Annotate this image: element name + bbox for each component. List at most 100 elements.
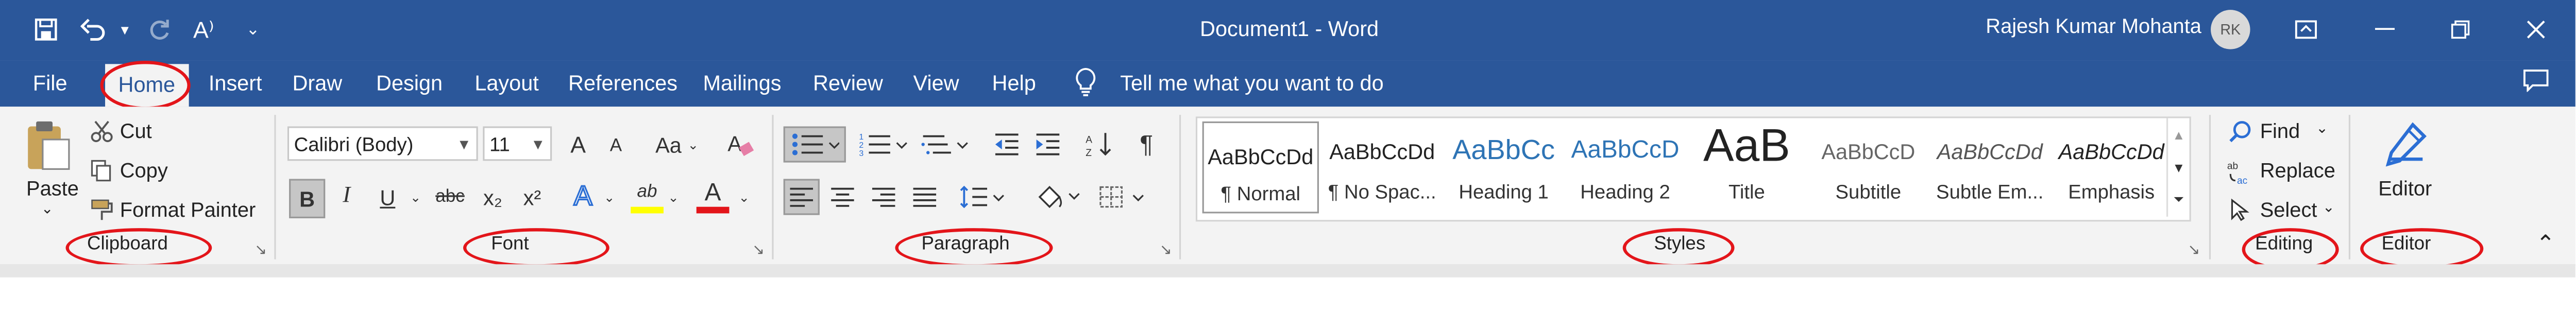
- strikethrough-button[interactable]: abc: [432, 181, 468, 214]
- superscript-button[interactable]: x²: [517, 181, 547, 214]
- format-painter-icon[interactable]: [89, 197, 115, 223]
- sort-icon[interactable]: AZ: [1082, 128, 1115, 161]
- replace-icon[interactable]: ab ac: [2226, 158, 2255, 187]
- change-case-button[interactable]: Aa: [652, 130, 685, 159]
- justify-icon[interactable]: [908, 179, 941, 215]
- style-subtle-emphasis[interactable]: AaBbCcDd Subtle Em...: [1930, 118, 2050, 217]
- read-aloud-icon[interactable]: A⁾: [187, 15, 220, 44]
- tab-mailings[interactable]: Mailings: [703, 71, 781, 95]
- ribbon-display-options-icon[interactable]: [2290, 15, 2323, 44]
- restore-icon[interactable]: [2444, 15, 2477, 44]
- bullets-button[interactable]: [783, 126, 846, 163]
- style-heading-1[interactable]: AaBbCc Heading 1: [1444, 118, 1564, 217]
- tell-me-search[interactable]: Tell me what you want to do: [1120, 71, 1383, 95]
- redo-icon[interactable]: [143, 15, 176, 44]
- copy-button[interactable]: Copy: [120, 159, 168, 182]
- font-name-dropdown-icon[interactable]: ▼: [457, 128, 471, 163]
- font-launcher-icon[interactable]: ↘: [752, 241, 765, 259]
- find-icon[interactable]: [2226, 118, 2255, 145]
- numbering-button[interactable]: 123: [857, 128, 910, 161]
- find-button[interactable]: Find: [2260, 120, 2300, 143]
- text-effects-dropdown-icon[interactable]: ⌄: [601, 184, 618, 210]
- text-effects-button[interactable]: A: [568, 179, 598, 215]
- align-center-icon[interactable]: [826, 179, 859, 215]
- font-size-combo[interactable]: 11 ▼: [483, 126, 552, 161]
- highlight-color-button[interactable]: ab: [631, 177, 664, 214]
- change-case-dropdown-icon[interactable]: ⌄: [685, 131, 701, 158]
- style-title[interactable]: AaB Title: [1687, 118, 1807, 217]
- align-left-icon[interactable]: [783, 179, 820, 215]
- underline-button[interactable]: U: [375, 181, 401, 214]
- tab-draw[interactable]: Draw: [292, 71, 342, 95]
- shrink-font-button[interactable]: A: [603, 131, 629, 161]
- styles-scroll-down-icon[interactable]: ▼: [2166, 151, 2190, 184]
- replace-button[interactable]: Replace: [2260, 159, 2335, 182]
- avatar[interactable]: RK: [2211, 10, 2250, 49]
- tab-insert[interactable]: Insert: [209, 71, 262, 95]
- multilevel-list-button[interactable]: [920, 128, 972, 161]
- styles-scroll-up-icon[interactable]: ▲: [2166, 118, 2190, 151]
- paste-label[interactable]: Paste: [26, 177, 79, 200]
- paste-icon[interactable]: [20, 118, 75, 174]
- style-no-spacing[interactable]: AaBbCcDd ¶ No Spac...: [1322, 118, 1442, 217]
- italic-button[interactable]: I: [333, 181, 360, 214]
- show-formatting-button[interactable]: ¶: [1130, 128, 1163, 161]
- font-size-dropdown-icon[interactable]: ▼: [531, 128, 545, 163]
- title-bar: ▼ A⁾ ⌄ Document1 - Word Rajesh Kumar Moh…: [0, 0, 2575, 61]
- clipboard-launcher-icon[interactable]: ↘: [255, 241, 267, 259]
- tab-help[interactable]: Help: [992, 71, 1036, 95]
- copy-icon[interactable]: [89, 158, 115, 184]
- grow-font-button[interactable]: A: [563, 128, 592, 161]
- align-right-icon[interactable]: [867, 179, 900, 215]
- separator: [2348, 115, 2351, 259]
- borders-icon[interactable]: [1095, 179, 1151, 215]
- increase-indent-icon[interactable]: [1031, 128, 1064, 161]
- select-cursor-icon[interactable]: [2227, 195, 2253, 224]
- style-heading-2[interactable]: AaBbCcD Heading 2: [1565, 118, 1685, 217]
- close-icon[interactable]: [2519, 15, 2552, 44]
- underline-dropdown-icon[interactable]: ⌄: [408, 184, 424, 210]
- style-emphasis[interactable]: AaBbCcDd Emphasis: [2052, 118, 2172, 217]
- tab-references[interactable]: References: [568, 71, 677, 95]
- select-button[interactable]: Select: [2260, 199, 2317, 222]
- cut-button[interactable]: Cut: [120, 120, 152, 143]
- undo-dropdown-icon[interactable]: ▼: [108, 15, 141, 44]
- styles-launcher-icon[interactable]: ↘: [2188, 241, 2200, 259]
- subscript-button[interactable]: x₂: [478, 181, 507, 214]
- style-subtitle[interactable]: AaBbCcD Subtitle: [1808, 118, 1928, 217]
- tab-design[interactable]: Design: [376, 71, 443, 95]
- clipboard-highlight: [65, 228, 212, 268]
- shading-icon[interactable]: [1031, 179, 1084, 215]
- separator: [1179, 115, 1181, 259]
- editor-icon[interactable]: [2377, 118, 2436, 174]
- line-spacing-icon[interactable]: [956, 179, 1008, 215]
- tab-view[interactable]: View: [913, 71, 959, 95]
- paragraph-launcher-icon[interactable]: ↘: [1160, 241, 1172, 259]
- tab-file[interactable]: File: [33, 71, 67, 95]
- save-icon[interactable]: [29, 15, 62, 44]
- styles-more-icon[interactable]: ⏷: [2166, 184, 2190, 217]
- font-color-button[interactable]: A: [696, 177, 730, 214]
- tab-layout[interactable]: Layout: [474, 71, 538, 95]
- style-name: Heading 2: [1580, 180, 1670, 204]
- find-dropdown-icon[interactable]: ⌄: [2316, 120, 2328, 138]
- cut-icon[interactable]: [89, 118, 115, 145]
- format-painter-button[interactable]: Format Painter: [120, 199, 256, 222]
- font-color-dropdown-icon[interactable]: ⌄: [736, 184, 752, 210]
- editor-button[interactable]: Editor: [2378, 177, 2432, 200]
- comments-icon[interactable]: [2523, 69, 2549, 97]
- clear-formatting-icon[interactable]: A: [724, 128, 757, 161]
- customize-qat-icon[interactable]: ⌄: [236, 15, 269, 44]
- collapse-ribbon-icon[interactable]: ⌃: [2536, 230, 2555, 257]
- decrease-indent-icon[interactable]: [990, 128, 1023, 161]
- select-dropdown-icon[interactable]: ⌄: [2323, 199, 2335, 217]
- bold-button[interactable]: B: [289, 179, 326, 219]
- undo-icon[interactable]: [77, 15, 110, 44]
- user-name[interactable]: Rajesh Kumar Mohanta: [1986, 15, 2201, 38]
- minimize-icon[interactable]: [2368, 15, 2401, 44]
- tab-review[interactable]: Review: [813, 71, 883, 95]
- highlight-dropdown-icon[interactable]: ⌄: [665, 184, 682, 210]
- font-name-combo[interactable]: Calibri (Body) ▼: [287, 126, 478, 161]
- paste-dropdown-icon[interactable]: ⌄: [41, 200, 54, 218]
- style-normal[interactable]: AaBbCcDd ¶ Normal: [1202, 121, 1319, 214]
